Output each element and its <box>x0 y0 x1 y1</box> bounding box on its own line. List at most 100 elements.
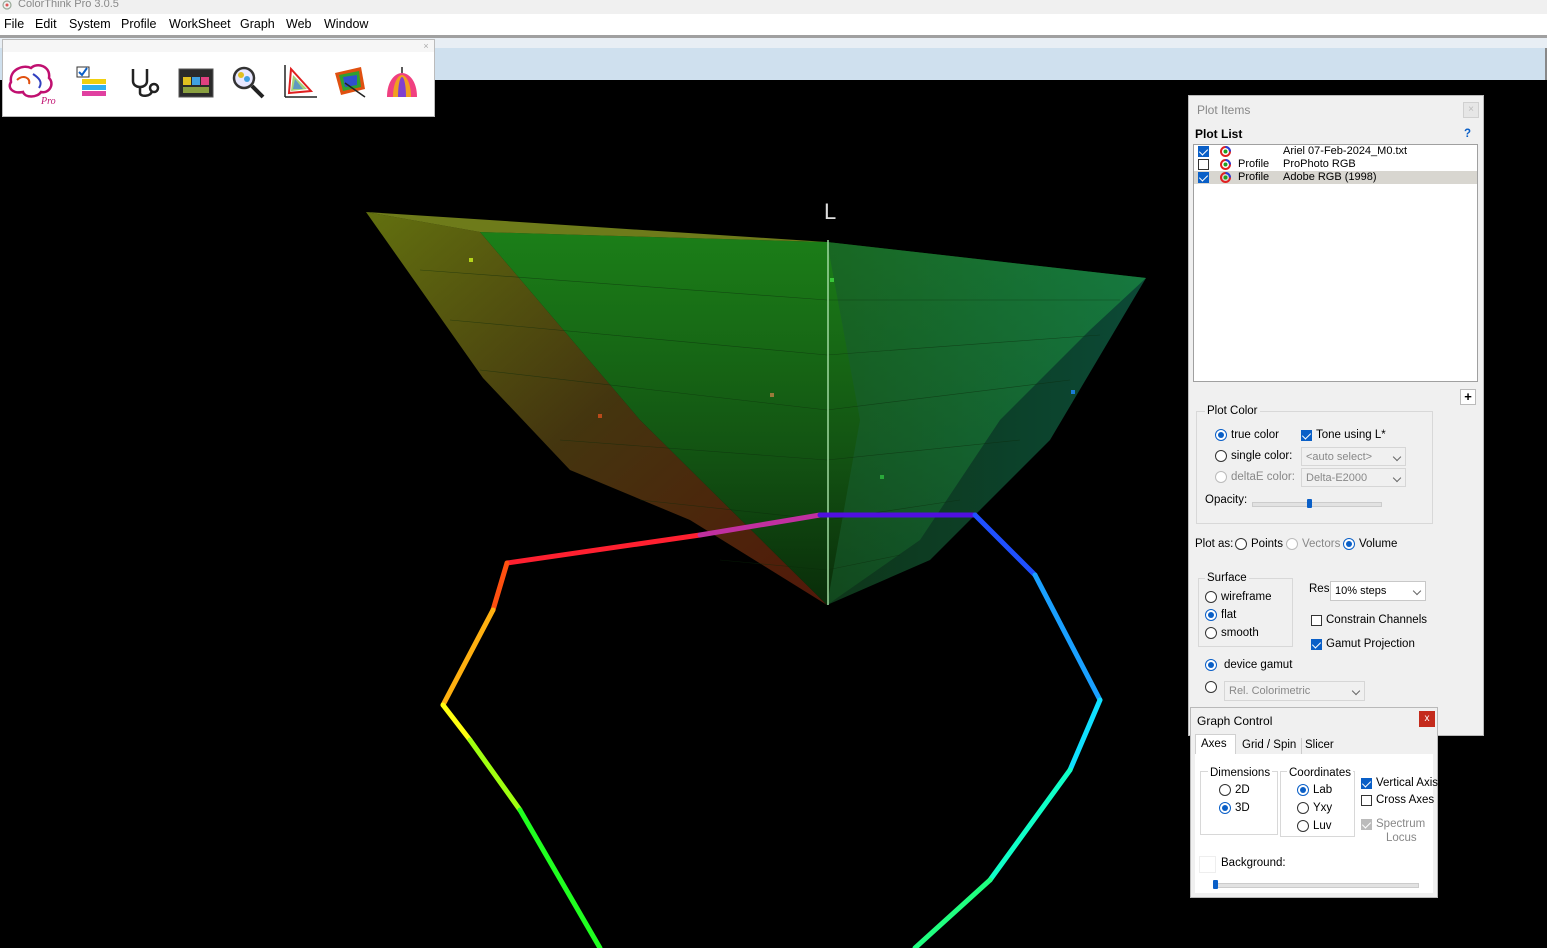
coordinates-lab-radio[interactable] <box>1297 784 1309 796</box>
plot-list-row[interactable]: Ariel 07-Feb-2024_M0.txt <box>1194 145 1477 158</box>
plot-list-label: Plot List <box>1195 127 1243 141</box>
device-link-icon[interactable] <box>331 63 369 101</box>
graph-control-title: Graph Control <box>1197 714 1273 728</box>
surface-smooth-radio[interactable] <box>1205 627 1217 639</box>
rendering-intent-radio[interactable] <box>1205 681 1217 693</box>
menu-system[interactable]: System <box>69 17 111 31</box>
surface-smooth-label: smooth <box>1221 627 1259 639</box>
svg-text:Pro: Pro <box>40 96 56 106</box>
profile-inspector-icon[interactable] <box>125 63 163 101</box>
plot-as-points-label: Points <box>1251 538 1283 550</box>
gamut-face-cyan <box>827 242 1146 605</box>
app-title: ColorThink Pro 3.0.5 <box>18 0 119 10</box>
single-color-select[interactable]: <auto select> <box>1301 447 1406 466</box>
tone-using-l-checkbox[interactable] <box>1301 430 1312 441</box>
add-plot-item-button[interactable]: + <box>1460 389 1476 405</box>
data-point <box>770 393 774 397</box>
colorthink-pro-logo-icon[interactable]: Pro <box>5 60 59 106</box>
toolbar-grip[interactable] <box>3 40 434 52</box>
menu-file[interactable]: File <box>4 17 24 31</box>
delta-e-value: Delta-E2000 <box>1306 472 1368 484</box>
surface-flat-radio[interactable] <box>1205 609 1217 621</box>
color-wheel-icon <box>1220 172 1231 183</box>
plot-item-checkbox[interactable] <box>1198 159 1209 170</box>
gamut-graph-icon[interactable] <box>281 63 319 101</box>
delta-e-select[interactable]: Delta-E2000 <box>1301 468 1406 487</box>
delta-e-color-radio[interactable] <box>1215 471 1227 483</box>
graph-control-close-button[interactable]: x <box>1419 711 1435 727</box>
graph-control-panel: Graph Control x Axes Grid / Spin Slicer … <box>1190 707 1438 898</box>
spectrum-locus-label-line1: Spectrum <box>1376 818 1426 830</box>
coordinates-luv-radio[interactable] <box>1297 820 1309 832</box>
main-toolbar: × Pro <box>2 39 435 117</box>
tab-axes[interactable]: Axes <box>1195 734 1236 756</box>
rendering-intent-select[interactable]: Rel. Colorimetric <box>1224 681 1365 701</box>
constrain-channels-label: Constrain Channels <box>1326 614 1428 626</box>
menu-profile[interactable]: Profile <box>121 17 156 31</box>
dimension-2d-radio[interactable] <box>1219 784 1231 796</box>
plot-as-volume-radio[interactable] <box>1343 538 1355 550</box>
adobe-rgb-gamut-volume <box>366 212 1146 605</box>
plot-list[interactable]: Ariel 07-Feb-2024_M0.txt Profile ProPhot… <box>1193 144 1478 382</box>
plot-items-close-button[interactable]: × <box>1463 102 1479 118</box>
data-point <box>598 414 602 418</box>
opacity-slider-track <box>1252 502 1382 507</box>
coordinates-luv-label: Luv <box>1313 820 1332 832</box>
profile-info-icon[interactable] <box>229 63 267 101</box>
background-swatch[interactable] <box>1199 856 1216 873</box>
menu-web[interactable]: Web <box>286 17 311 31</box>
res-select[interactable]: 10% steps <box>1330 581 1426 601</box>
tab-grid-spin[interactable]: Grid / Spin <box>1242 739 1296 751</box>
background-slider-thumb[interactable] <box>1213 880 1218 889</box>
surface-wireframe-radio[interactable] <box>1205 591 1217 603</box>
worksheet-icon[interactable] <box>74 63 112 101</box>
dimensions-label: Dimensions <box>1208 767 1273 779</box>
dimension-2d-label: 2D <box>1235 784 1250 796</box>
plot-item-checkbox[interactable] <box>1198 146 1209 157</box>
tab-slicer[interactable]: Slicer <box>1305 739 1334 751</box>
plot-as-vectors-label: Vectors <box>1302 538 1341 550</box>
plot-as-vectors-radio[interactable] <box>1286 538 1298 550</box>
plot-item-name: Ariel 07-Feb-2024_M0.txt <box>1283 145 1408 157</box>
constrain-channels-checkbox[interactable] <box>1311 615 1322 626</box>
toolbar-close-icon[interactable]: × <box>421 41 431 51</box>
menu-worksheet[interactable]: WorkSheet <box>169 17 231 31</box>
menu-window[interactable]: Window <box>324 17 368 31</box>
menu-graph[interactable]: Graph <box>240 17 275 31</box>
menu-bar: File Edit System Profile WorkSheet Graph… <box>0 14 1547 35</box>
plot-item-type: Profile <box>1238 158 1270 170</box>
vertical-axis-checkbox[interactable] <box>1361 778 1372 789</box>
plot-item-name: ProPhoto RGB <box>1283 158 1356 170</box>
background-slider[interactable] <box>1213 880 1419 890</box>
plot-list-row[interactable]: Profile ProPhoto RGB <box>1194 158 1477 171</box>
color-wheel-icon <box>1220 146 1231 157</box>
device-gamut-radio[interactable] <box>1205 659 1217 671</box>
plot-item-checkbox[interactable] <box>1198 172 1209 183</box>
coordinates-yxy-radio[interactable] <box>1297 802 1309 814</box>
spectrum-locus-checkbox[interactable] <box>1361 819 1372 830</box>
single-color-radio[interactable] <box>1215 450 1227 462</box>
opacity-slider-thumb[interactable] <box>1307 499 1312 508</box>
tab-divider <box>1301 738 1302 754</box>
menu-edit[interactable]: Edit <box>35 17 57 31</box>
help-icon[interactable]: ? <box>1464 128 1471 140</box>
chevron-down-icon <box>1412 586 1422 596</box>
background-label: Background: <box>1221 857 1286 869</box>
cross-axes-label: Cross Axes <box>1376 794 1435 806</box>
true-color-label: true color <box>1231 429 1279 441</box>
gamut-projection-checkbox[interactable] <box>1311 639 1322 650</box>
close-icon: x <box>1424 713 1430 724</box>
delta-e-color-label: deltaE color: <box>1231 471 1295 483</box>
true-color-radio[interactable] <box>1215 429 1227 441</box>
plot-items-title: Plot Items <box>1197 103 1251 117</box>
profile-renderer-icon[interactable] <box>383 63 421 101</box>
dimension-3d-radio[interactable] <box>1219 802 1231 814</box>
chevron-down-icon <box>1351 686 1361 696</box>
gamut-projection-locus <box>440 512 1103 948</box>
plot-as-points-radio[interactable] <box>1235 538 1247 550</box>
color-worksheet-icon[interactable] <box>177 63 215 101</box>
plot-list-row[interactable]: Profile Adobe RGB (1998) <box>1194 171 1477 184</box>
tone-using-l-label: Tone using L* <box>1316 429 1386 441</box>
opacity-slider[interactable] <box>1252 499 1382 509</box>
cross-axes-checkbox[interactable] <box>1361 795 1372 806</box>
